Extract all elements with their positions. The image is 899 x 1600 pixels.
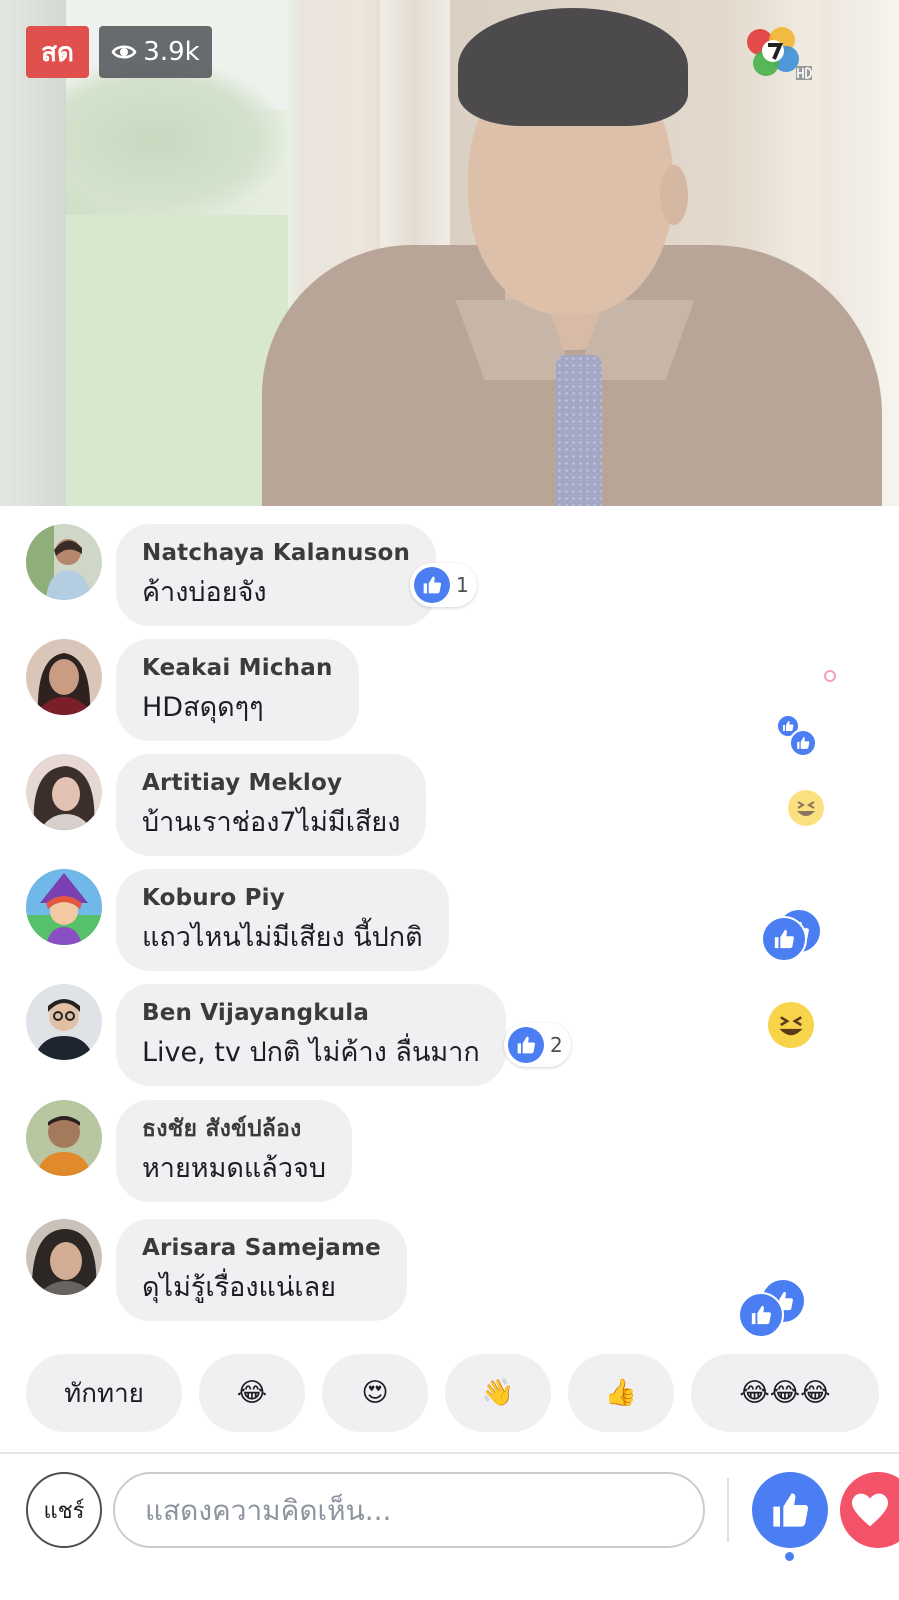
floating-like-icon	[789, 729, 817, 757]
comment-bubble[interactable]: Artitiay Mekloy บ้านเราช่อง7ไม่มีเสียง	[116, 754, 427, 856]
thumbs-up-icon	[414, 567, 450, 603]
comment-bubble[interactable]: Natchaya Kalanuson ค้างบ่อยจัง	[116, 524, 437, 626]
share-button[interactable]: แชร์	[26, 1472, 102, 1548]
avatar[interactable]	[26, 1219, 102, 1295]
viewer-count-badge: 3.9k	[99, 26, 212, 78]
selected-indicator	[785, 1552, 794, 1561]
comment-text: HDสดุดๆๆ	[142, 692, 264, 723]
avatar[interactable]	[26, 984, 102, 1060]
video-background-lawn	[66, 215, 288, 506]
comment-bubble[interactable]: ธงชัย สังข์ปล้อง หายหมดแล้วจบ	[116, 1100, 352, 1202]
comment-list[interactable]: Natchaya Kalanuson ค้างบ่อยจัง 1 Keakai …	[0, 506, 899, 1341]
quick-reply-laugh-button[interactable]: 😂	[199, 1354, 305, 1432]
comment-text: บ้านเราช่อง7ไม่มีเสียง	[142, 807, 401, 838]
avatar[interactable]	[26, 639, 102, 715]
heart-icon	[852, 1493, 888, 1527]
avatar[interactable]	[26, 869, 102, 945]
floating-like-icon	[761, 916, 807, 962]
divider	[727, 1478, 729, 1542]
quick-reply-laugh-triple-button[interactable]: 😂😂😂	[691, 1354, 879, 1432]
comment-author[interactable]: ธงชัย สังข์ปล้อง	[142, 1112, 326, 1146]
quick-reply-thumbs-up-button[interactable]: 👍	[568, 1354, 674, 1432]
like-count-number: 1	[456, 573, 469, 597]
floating-reaction-icon	[824, 670, 836, 682]
viewer-count: 3.9k	[143, 37, 200, 67]
divider	[0, 1452, 899, 1454]
live-video-player[interactable]: สด 3.9k	[0, 0, 899, 506]
video-person-hair	[458, 8, 688, 126]
floating-haha-icon	[768, 1002, 814, 1048]
comment-author[interactable]: Koburo Piy	[142, 881, 423, 915]
quick-reply-heart-eyes-button[interactable]: 😍	[322, 1354, 428, 1432]
comment-text: หายหมดแล้วจบ	[142, 1153, 326, 1184]
love-reaction-button[interactable]	[840, 1472, 899, 1548]
video-background-bushes	[66, 60, 288, 220]
comment-bubble[interactable]: Keakai Michan HDสดุดๆๆ	[116, 639, 359, 741]
comment-author[interactable]: Keakai Michan	[142, 651, 333, 685]
thumbs-up-icon	[773, 1493, 809, 1527]
comment-bubble[interactable]: Ben Vijayangkula Live, tv ปกติ ไม่ค้าง ล…	[116, 984, 506, 1086]
comment-author[interactable]: Arisara Samejame	[142, 1231, 381, 1265]
floating-like-icon	[738, 1292, 784, 1338]
like-count-number: 2	[550, 1033, 563, 1057]
comment-text: Live, tv ปกติ ไม่ค้าง ลื่นมาก	[142, 1037, 480, 1068]
like-reaction-button[interactable]	[752, 1472, 828, 1548]
quick-reply-greet-button[interactable]: ทักทาย	[26, 1354, 182, 1432]
quick-reply-wave-button[interactable]: 👋	[445, 1354, 551, 1432]
quick-reply-bar: ทักทาย 😂 😍 👋 👍 😂😂😂	[26, 1354, 879, 1432]
comment-text: ค้างบ่อยจัง	[142, 577, 267, 608]
comment-text: แถวไหนไม่มีเสียง นี้ปกติ	[142, 922, 423, 953]
avatar[interactable]	[26, 524, 102, 600]
eye-icon	[111, 45, 137, 59]
comment-input[interactable]	[113, 1472, 705, 1548]
floating-haha-icon	[788, 790, 824, 826]
video-person-tie	[556, 355, 602, 506]
comment-author[interactable]: Artitiay Mekloy	[142, 766, 400, 800]
comment-like-count[interactable]: 1	[410, 563, 477, 607]
avatar[interactable]	[26, 754, 102, 830]
comment-author[interactable]: Ben Vijayangkula	[142, 996, 480, 1030]
video-person-ear	[660, 165, 688, 225]
channel-7-hd-logo	[747, 27, 812, 80]
comment-like-count[interactable]: 2	[504, 1023, 571, 1067]
comment-bubble[interactable]: Arisara Samejame ดุไม่รู้เรื่องแน่เลย	[116, 1219, 407, 1321]
avatar[interactable]	[26, 1100, 102, 1176]
comment-author[interactable]: Natchaya Kalanuson	[142, 536, 410, 570]
thumbs-up-icon	[508, 1027, 544, 1063]
comment-bubble[interactable]: Koburo Piy แถวไหนไม่มีเสียง นี้ปกติ	[116, 869, 449, 971]
comment-text: ดุไม่รู้เรื่องแน่เลย	[142, 1272, 336, 1303]
live-badge: สด	[26, 26, 89, 78]
